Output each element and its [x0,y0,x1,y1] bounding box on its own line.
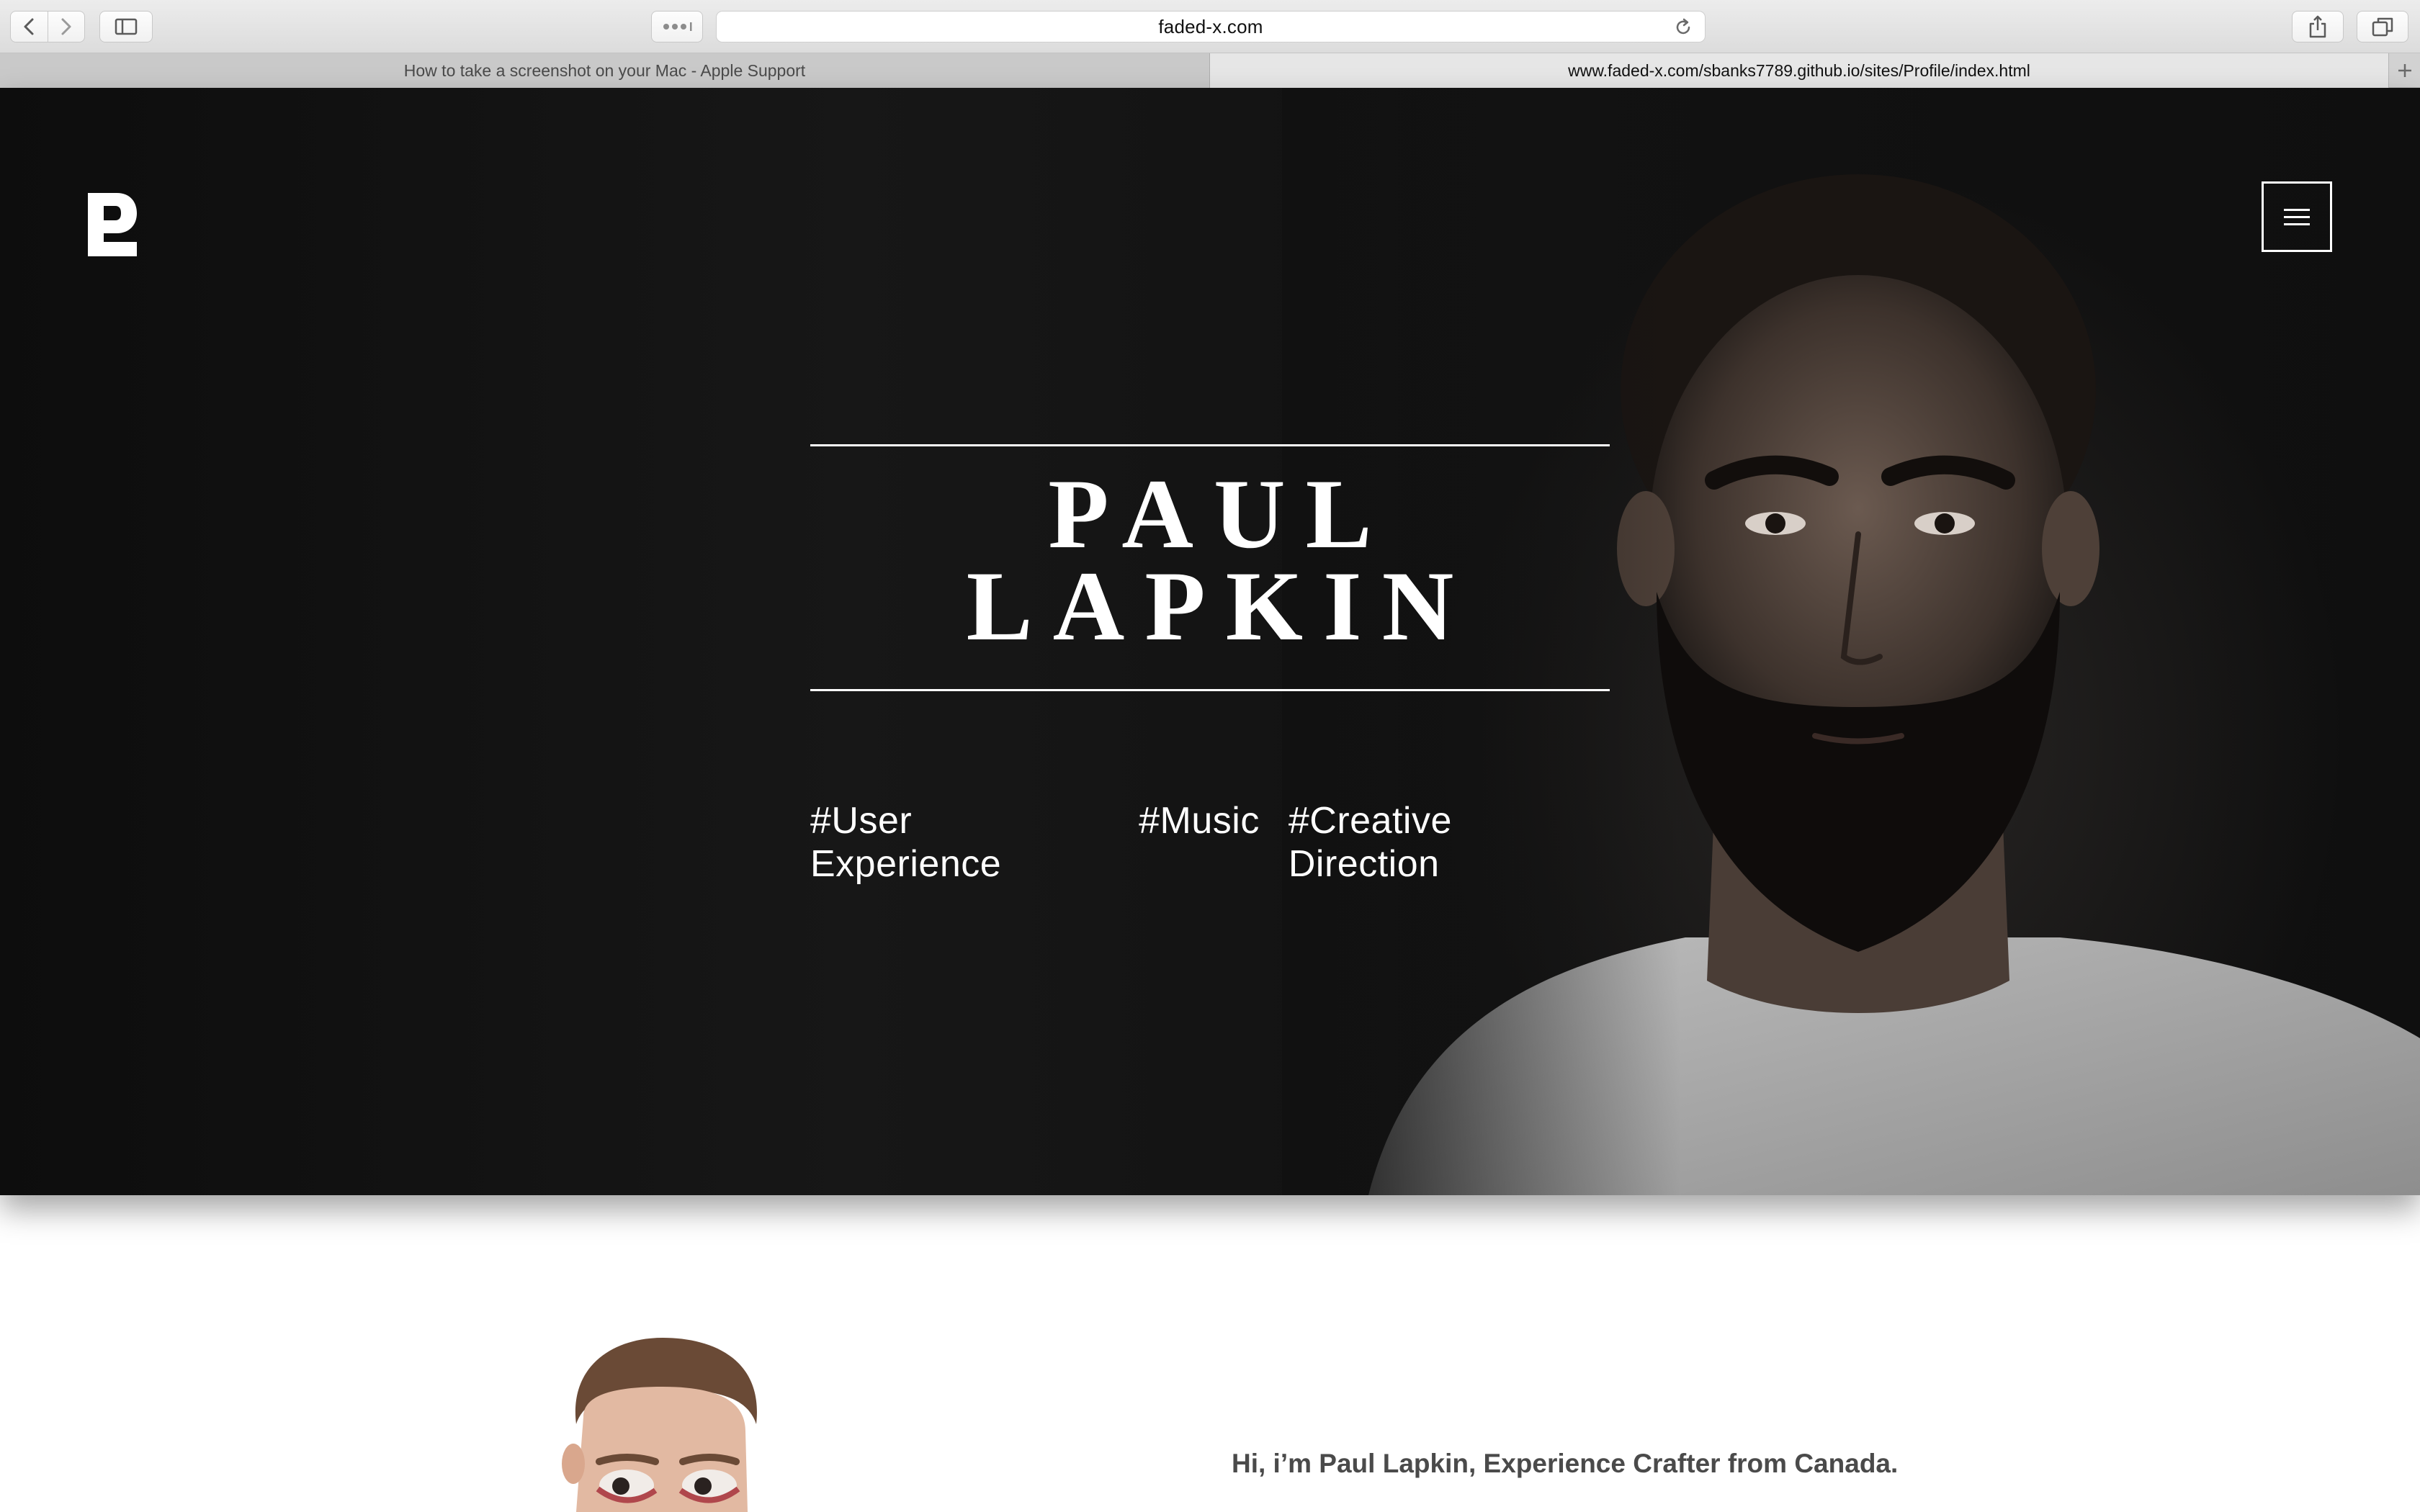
tab-apple-support[interactable]: How to take a screenshot on your Mac - A… [0,53,1210,88]
new-tab-button[interactable] [2388,53,2420,88]
reload-icon[interactable] [1673,17,1693,37]
about-intro-text: Hi, i’m Paul Lapkin, Experience Crafter … [1232,1449,1899,1478]
reader-button[interactable] [651,11,703,42]
browser-toolbar: faded-x.com [0,0,2420,53]
hero-name-first: PAUL [1048,459,1392,569]
tab-profile[interactable]: www.faded-x.com/sbanks7789.github.io/sit… [1210,53,2388,88]
sidebar-button[interactable] [99,11,153,42]
title-top-divider [810,444,1610,446]
hero-section: PAUL LAPKIN #User Experience #Music #Cre… [0,88,2420,1195]
hamburger-menu-icon [2284,204,2310,230]
forward-arrow-icon [61,18,71,35]
tab-label: How to take a screenshot on your Mac - A… [403,60,806,80]
hashtag-user-experience: #User Experience [810,800,1002,885]
hashtag-list: #User Experience #Music #Creative Direct… [810,799,1610,886]
back-arrow-icon [24,18,34,35]
address-text: faded-x.com [1158,15,1263,37]
tab-bar: How to take a screenshot on your Mac - A… [0,53,2420,88]
share-button[interactable] [2292,11,2344,42]
logo-mark[interactable] [85,190,140,259]
title-bottom-divider [810,689,1610,691]
hamburger-menu-button[interactable] [2262,181,2332,252]
hashtag-creative-direction: #Creative Direction [1288,800,1452,885]
hero-name: PAUL LAPKIN [810,459,1610,661]
tab-overview-button[interactable] [2357,11,2408,42]
history-nav-group [10,11,85,42]
hero-name-last: LAPKIN [966,551,1474,661]
address-bar[interactable]: faded-x.com [716,11,1706,42]
sidebar-icon [115,18,138,35]
back-button[interactable] [11,12,48,42]
hashtag-music: #Music [1139,800,1260,842]
tab-label: www.faded-x.com/sbanks7789.github.io/sit… [1568,60,2030,80]
about-portrait-photo [562,1338,757,1512]
tabs-overview-icon [2372,17,2393,37]
reader-icon [663,22,692,31]
plus-icon [2398,64,2411,77]
forward-button[interactable] [47,12,84,42]
share-icon [2309,15,2326,38]
